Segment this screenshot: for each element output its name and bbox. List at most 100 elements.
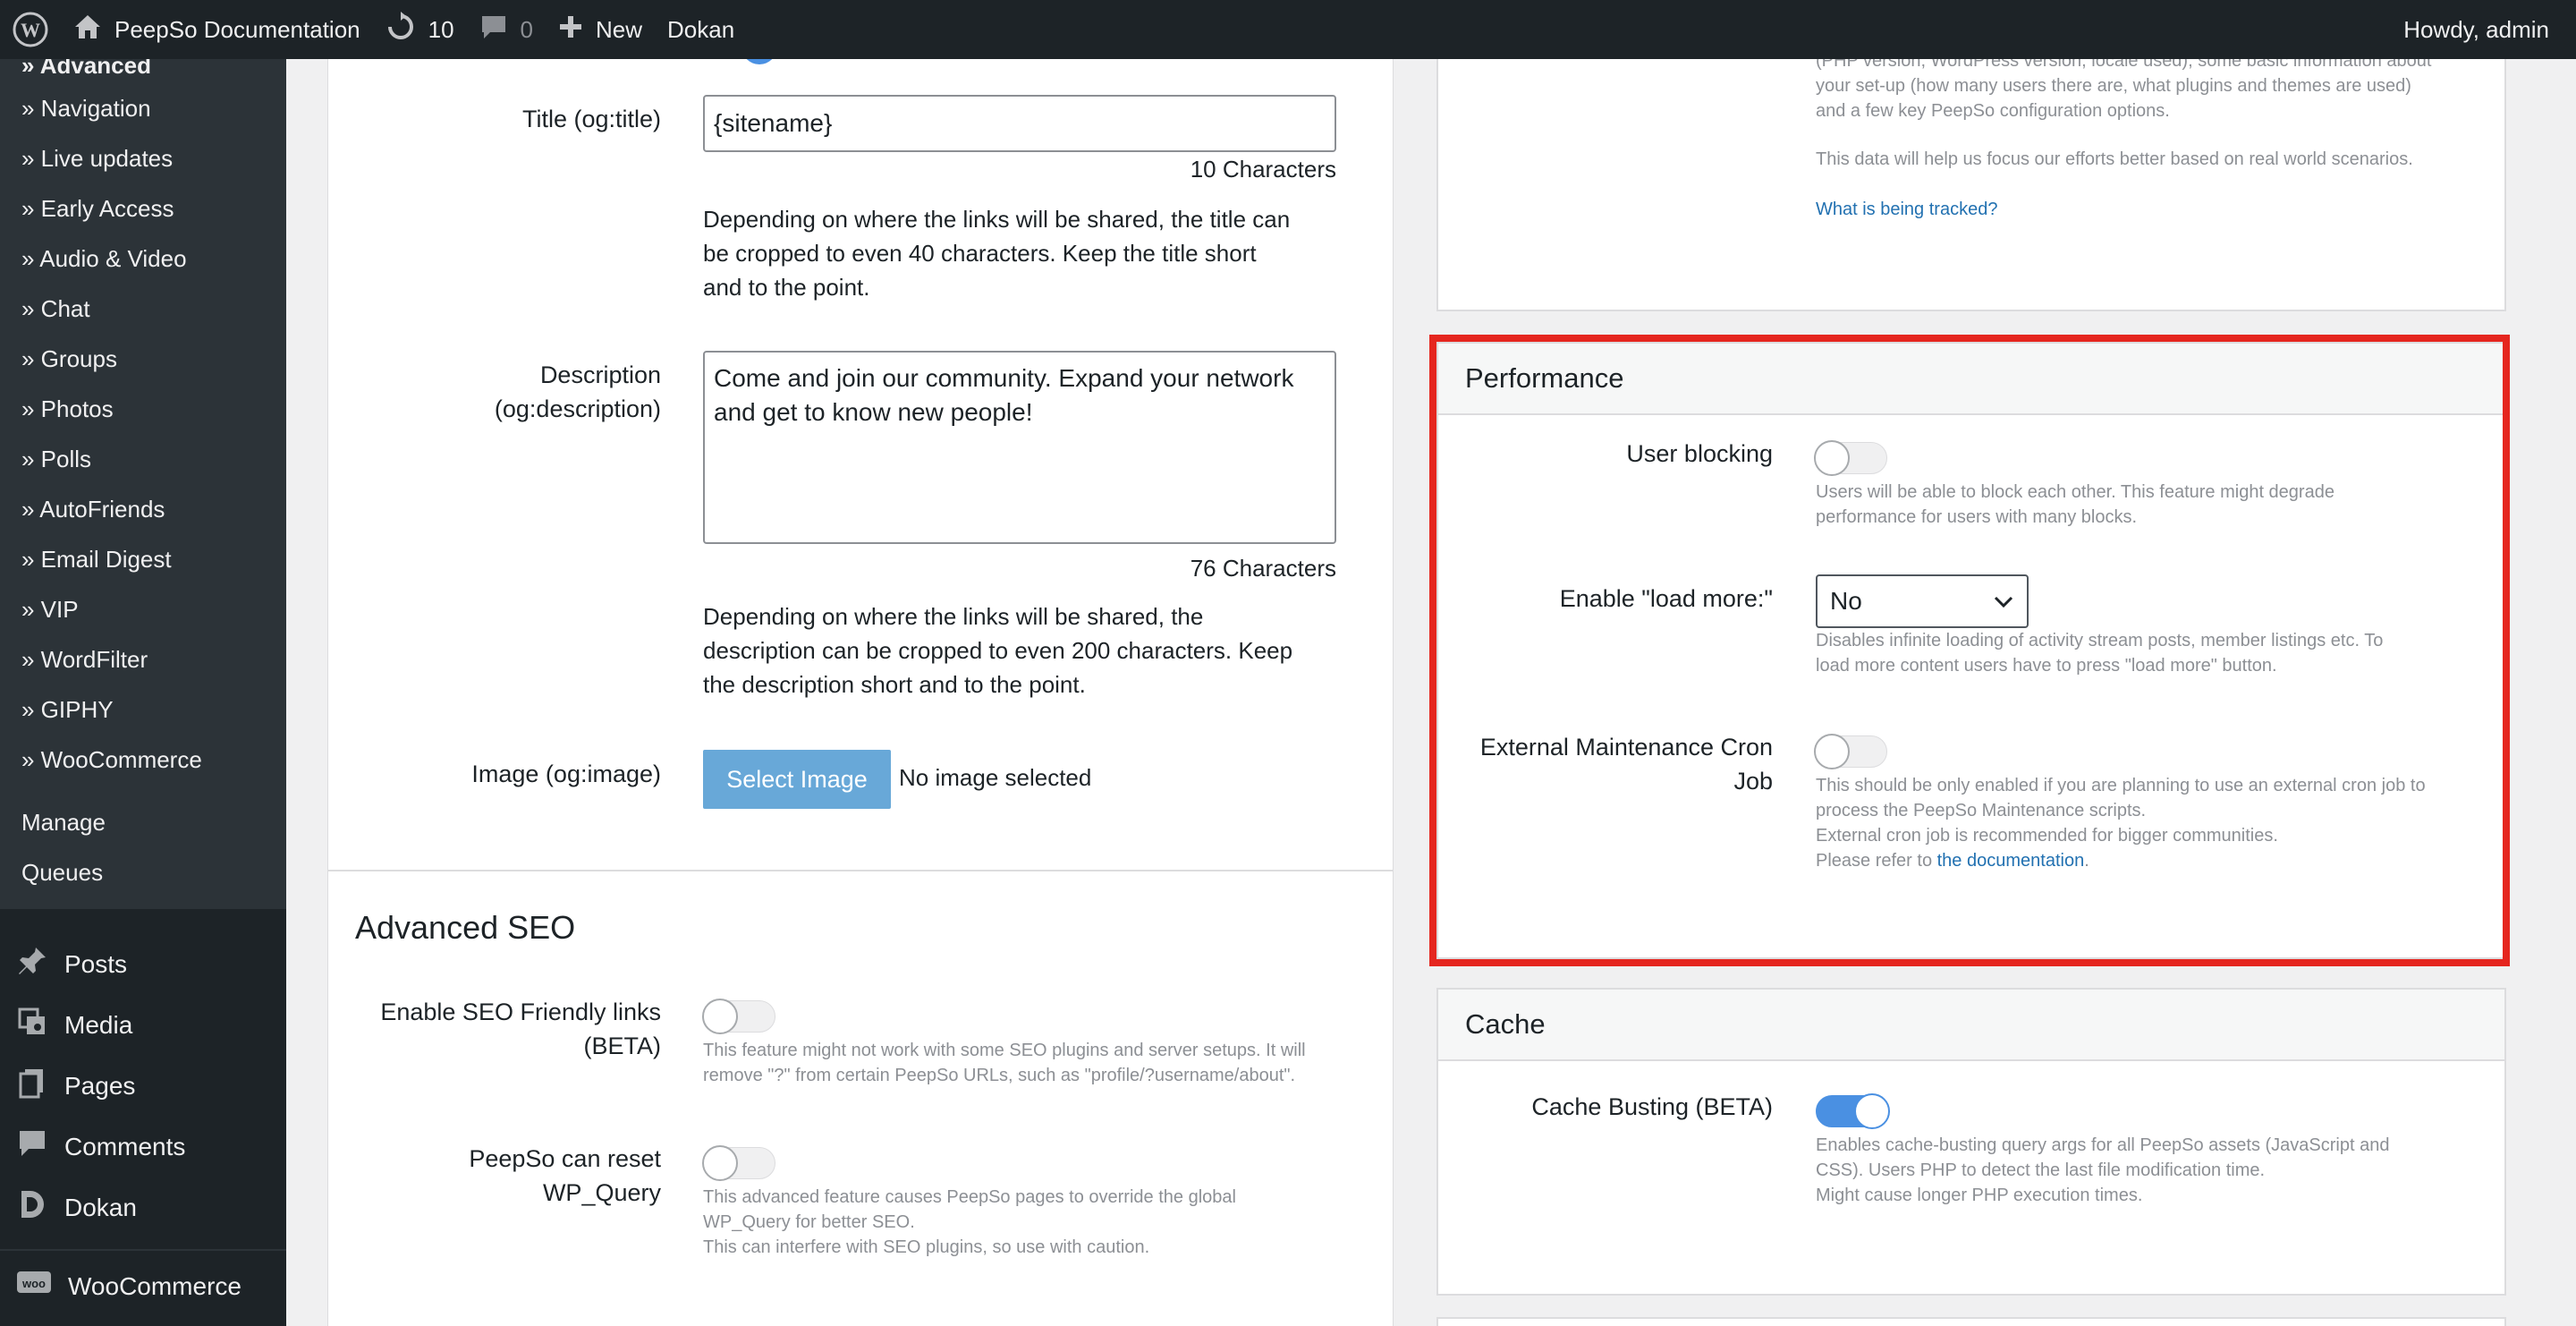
external-cron-help-line: Please refer to the documentation. — [1816, 848, 2496, 873]
updates-link[interactable]: 10 — [373, 0, 467, 59]
og-description-textarea[interactable] — [703, 351, 1336, 544]
og-image-label: Image (og:image) — [471, 761, 661, 787]
user-blocking-label: User blocking — [1626, 440, 1773, 467]
period-text: . — [2084, 851, 2089, 871]
tracking-description-line: your set-up (how many users there are, w… — [1816, 76, 2411, 96]
load-more-label: Enable "load more:" — [1559, 585, 1773, 612]
chevron-down-icon — [1993, 587, 2014, 616]
load-more-select[interactable]: No — [1816, 574, 2029, 628]
submenu-groups[interactable]: » Groups — [21, 345, 117, 373]
performance-panel: Performance User blocking Users will be … — [1436, 342, 2506, 959]
load-more-help-line: Disables infinite loading of activity st… — [1816, 631, 2384, 650]
seo-friendly-links-label-line: Enable SEO Friendly links — [380, 999, 661, 1025]
new-label: New — [596, 15, 643, 43]
og-description-help-line: the description short and to the point. — [703, 671, 1086, 698]
documentation-link[interactable]: the documentation — [1937, 851, 2085, 871]
submenu-vip[interactable]: » VIP — [21, 596, 79, 624]
submenu-photos[interactable]: » Photos — [21, 395, 114, 423]
submenu-audio-video[interactable]: » Audio & Video — [21, 245, 187, 273]
user-blocking-help-line: Users will be able to block each other. … — [1816, 482, 2334, 502]
wordpress-logo-icon[interactable]: W — [0, 0, 61, 59]
toggle-knob — [702, 1145, 738, 1181]
submenu-autofriends[interactable]: » AutoFriends — [21, 496, 165, 523]
section-divider — [328, 870, 1393, 871]
home-icon — [73, 13, 102, 47]
og-description-label: Description (og:description) — [328, 358, 661, 426]
cache-busting-label: Cache Busting (BETA) — [1531, 1093, 1773, 1120]
menu-woocommerce[interactable]: woo WooCommerce — [16, 1269, 242, 1304]
submenu-early-access[interactable]: » Early Access — [21, 195, 174, 223]
dokan-label: Dokan — [667, 15, 735, 43]
cache-title: Cache — [1465, 1008, 1546, 1040]
what-is-tracked-link[interactable]: What is being tracked? — [1816, 197, 1997, 222]
user-blocking-help-line: performance for users with many blocks. — [1816, 507, 2138, 527]
external-cron-help-line: This should be only enabled if you are p… — [1816, 776, 2426, 795]
tracking-description: (PHP version, WordPress version, locale … — [1816, 48, 2496, 123]
reset-wp-query-help-line: This can interfere with SEO plugins, so … — [703, 1237, 1150, 1257]
comments-link[interactable]: 0 — [467, 0, 546, 59]
howdy-text: Howdy, admin — [2403, 15, 2549, 43]
new-content-link[interactable]: New — [546, 0, 655, 59]
external-cron-label: External Maintenance Cron Job — [1438, 730, 1773, 798]
toggle-knob — [1814, 440, 1850, 476]
tracking-help: This data will help us focus our efforts… — [1816, 149, 2413, 169]
submenu-woocommerce[interactable]: » WooCommerce — [21, 746, 202, 774]
seo-friendly-links-help: This feature might not work with some SE… — [703, 1038, 1383, 1088]
submenu-wordfilter[interactable]: » WordFilter — [21, 646, 148, 674]
menu-media[interactable]: Media — [16, 1006, 132, 1044]
dokan-link[interactable]: Dokan — [655, 0, 747, 59]
submenu-live-updates[interactable]: » Live updates — [21, 145, 173, 173]
submenu-email-digest[interactable]: » Email Digest — [21, 546, 172, 574]
toggle-knob — [702, 999, 738, 1034]
user-blocking-toggle[interactable] — [1814, 440, 1887, 476]
submenu-chat[interactable]: » Chat — [21, 295, 90, 323]
menu-posts-label: Posts — [64, 949, 128, 978]
cache-busting-toggle[interactable] — [1816, 1093, 1890, 1129]
menu-posts[interactable]: Posts — [16, 945, 127, 983]
external-cron-help: This should be only enabled if you are p… — [1816, 773, 2496, 873]
menu-comments[interactable]: Comments — [16, 1127, 185, 1166]
toggle-knob — [1854, 1093, 1890, 1129]
cache-busting-help-line: Enables cache-busting query args for all… — [1816, 1135, 2390, 1155]
user-blocking-help: Users will be able to block each other. … — [1816, 480, 2496, 530]
menu-dokan[interactable]: Dokan — [16, 1188, 137, 1227]
reset-wp-query-label-line: PeepSo can reset — [469, 1145, 661, 1172]
tracking-description-line: and a few key PeepSo configuration optio… — [1816, 101, 2170, 121]
submenu-giphy[interactable]: » GIPHY — [21, 696, 114, 724]
reset-wp-query-label-line: WP_Query — [542, 1179, 661, 1206]
external-cron-toggle[interactable] — [1814, 734, 1887, 769]
usage-tracking-panel: (PHP version, WordPress version, locale … — [1436, 36, 2506, 311]
reset-wp-query-help-line: WP_Query for better SEO. — [703, 1212, 915, 1232]
opengraph-settings-panel: Title (og:title) 10 Characters Depending… — [327, 47, 1394, 1326]
og-title-help-line: be cropped to even 40 characters. Keep t… — [703, 240, 1257, 267]
submenu-polls[interactable]: » Polls — [21, 446, 91, 473]
cache-panel: Cache Cache Busting (BETA) Enables cache… — [1436, 988, 2506, 1296]
select-image-button[interactable]: Select Image — [703, 750, 891, 809]
seo-friendly-links-help-line: This feature might not work with some SE… — [703, 1041, 1306, 1060]
submenu-advanced[interactable]: » Advanced — [21, 59, 151, 80]
menu-comments-label: Comments — [64, 1132, 186, 1160]
og-description-help-line: description can be cropped to even 200 c… — [703, 637, 1293, 664]
og-description-label-line: Description — [539, 361, 661, 388]
og-title-input[interactable] — [703, 95, 1336, 152]
comments-icon — [16, 1127, 64, 1166]
seo-friendly-links-help-line: remove "?" from certain PeepSo URLs, suc… — [703, 1066, 1296, 1085]
reset-wp-query-toggle[interactable] — [702, 1145, 775, 1181]
refresh-icon — [386, 11, 416, 48]
external-cron-help-line: External cron job is recommended for big… — [1816, 826, 2278, 846]
admin-bar: W PeepSo Documentation 10 0 New Dokan Ho… — [0, 0, 2576, 59]
comment-bubble-icon — [479, 13, 508, 47]
submenu-navigation[interactable]: » Navigation — [21, 95, 151, 123]
reset-wp-query-label: PeepSo can reset WP_Query — [328, 1142, 661, 1210]
next-panel-edge — [1436, 1317, 2506, 1326]
load-more-selected-value: No — [1830, 587, 1862, 615]
site-name-link[interactable]: PeepSo Documentation — [61, 0, 373, 59]
menu-pages[interactable]: Pages — [16, 1067, 135, 1105]
account-menu[interactable]: Howdy, admin — [2391, 0, 2576, 59]
reset-wp-query-help-line: This advanced feature causes PeepSo page… — [703, 1187, 1236, 1207]
media-icon — [16, 1006, 64, 1044]
comments-count: 0 — [520, 15, 534, 43]
submenu-queues[interactable]: Queues — [21, 859, 103, 887]
seo-friendly-links-toggle[interactable] — [702, 999, 775, 1034]
submenu-manage[interactable]: Manage — [21, 809, 106, 837]
